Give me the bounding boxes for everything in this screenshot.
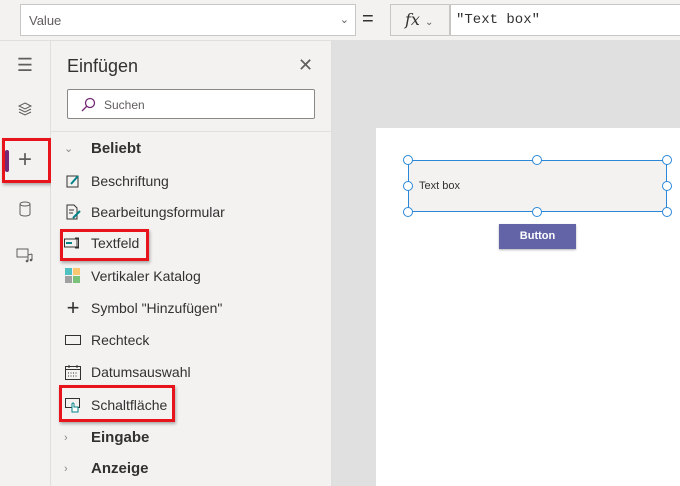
gallery-icon xyxy=(64,267,82,285)
item-label: Beschriftung xyxy=(91,173,169,189)
calendar-icon xyxy=(64,363,82,381)
search-input[interactable]: Suchen xyxy=(67,89,315,119)
resize-handle[interactable] xyxy=(532,207,542,217)
highlight-schaltflaeche xyxy=(59,385,175,422)
search-placeholder: Suchen xyxy=(104,98,145,112)
section-label: Eingabe xyxy=(91,429,150,446)
chevron-down-icon: ⌄ xyxy=(339,14,349,26)
chevron-down-icon: ⌄ xyxy=(64,143,74,155)
item-rechteck[interactable]: Rechteck xyxy=(64,328,314,352)
resize-handle[interactable] xyxy=(403,181,413,191)
label-icon xyxy=(64,172,82,190)
highlight-insert xyxy=(2,138,51,183)
item-label: Symbol "Hinzufügen" xyxy=(91,300,223,316)
resize-handle[interactable] xyxy=(662,181,672,191)
item-beschriftung[interactable]: Beschriftung xyxy=(64,169,314,193)
rectangle-icon xyxy=(64,331,82,349)
formula-input[interactable]: "Text box" xyxy=(450,4,680,36)
text-box-control[interactable]: Text box xyxy=(408,160,667,212)
item-vertikaler-katalog[interactable]: Vertikaler Katalog xyxy=(64,264,314,288)
resize-handle[interactable] xyxy=(532,155,542,165)
equals-sign: = xyxy=(362,8,374,30)
property-value: Value xyxy=(29,13,62,28)
section-label: Beliebt xyxy=(91,140,142,157)
section-anzeige[interactable]: › Anzeige xyxy=(64,460,149,477)
item-bearbeitungsformular[interactable]: Bearbeitungsformular xyxy=(64,200,314,224)
item-symbol-hinzufuegen[interactable]: + Symbol "Hinzufügen" xyxy=(64,295,314,320)
item-label: Rechteck xyxy=(91,332,150,348)
add-icon: + xyxy=(66,295,80,320)
menu-icon[interactable]: ☰ xyxy=(0,55,50,76)
item-datumsauswahl[interactable]: Datumsauswahl xyxy=(64,360,314,384)
form-icon xyxy=(64,203,82,221)
fx-button[interactable]: fx ⌄ xyxy=(390,4,450,36)
resize-handle[interactable] xyxy=(662,155,672,165)
section-eingabe[interactable]: › Eingabe xyxy=(64,429,149,446)
button-control[interactable]: Button xyxy=(499,224,576,249)
property-dropdown[interactable]: Value ⌄ xyxy=(20,4,356,36)
search-icon xyxy=(81,97,96,112)
layers-icon[interactable] xyxy=(0,101,50,122)
close-icon[interactable]: ✕ xyxy=(298,55,313,76)
chevron-down-icon: ⌄ xyxy=(425,17,434,28)
item-label: Datumsauswahl xyxy=(91,364,191,380)
highlight-textfeld xyxy=(60,229,149,261)
database-icon[interactable] xyxy=(0,201,50,222)
resize-handle[interactable] xyxy=(403,207,413,217)
item-label: Bearbeitungsformular xyxy=(91,204,225,220)
fx-label: fx xyxy=(405,10,420,29)
left-rail: ☰ + xyxy=(0,41,51,486)
chevron-right-icon: › xyxy=(64,462,68,475)
text-box-text: Text box xyxy=(419,180,460,192)
divider xyxy=(51,131,331,132)
section-beliebt[interactable]: ⌄ Beliebt xyxy=(64,140,141,157)
chevron-right-icon: › xyxy=(64,431,68,444)
item-label: Vertikaler Katalog xyxy=(91,268,201,284)
panel-title: Einfügen xyxy=(67,56,139,76)
resize-handle[interactable] xyxy=(403,155,413,165)
resize-handle[interactable] xyxy=(662,207,672,217)
section-label: Anzeige xyxy=(91,460,149,477)
media-icon[interactable] xyxy=(0,247,50,268)
